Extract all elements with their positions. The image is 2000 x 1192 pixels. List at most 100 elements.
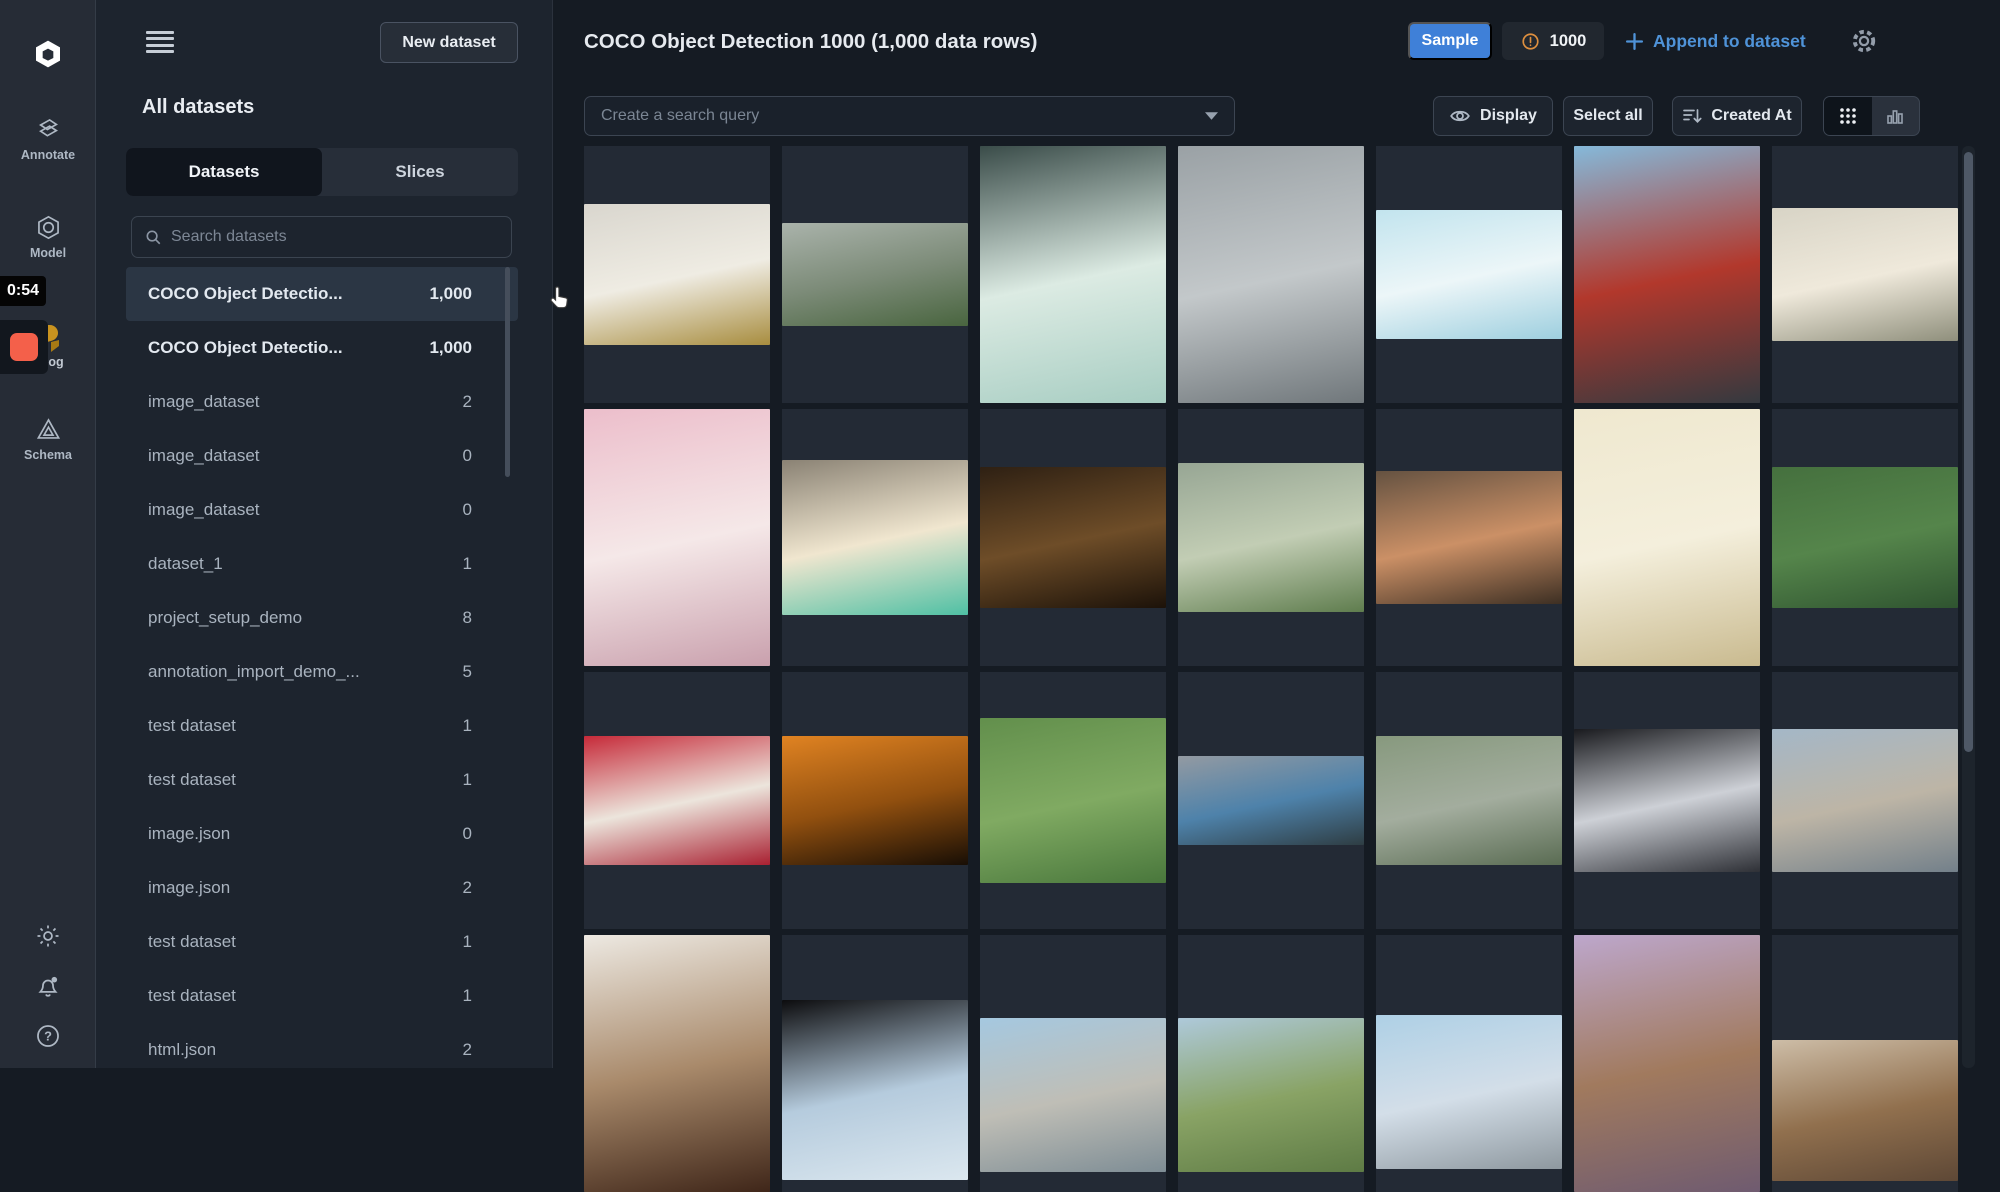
schema-icon (36, 418, 60, 439)
image-tile[interactable] (980, 146, 1166, 403)
grid-scrollbar-thumb[interactable] (1964, 152, 1973, 752)
image-tile[interactable] (584, 935, 770, 1192)
sample-button[interactable]: Sample (1408, 22, 1492, 60)
search-query-dropdown[interactable]: Create a search query (584, 96, 1235, 136)
dataset-list-item[interactable]: test dataset 1 (126, 753, 518, 807)
dataset-list-item[interactable]: html.json 2 (126, 1023, 518, 1068)
sidebar-item-model[interactable]: Model (0, 214, 96, 260)
svg-text:?: ? (44, 1029, 52, 1044)
main-content: COCO Object Detection 1000 (1,000 data r… (553, 0, 2000, 1192)
image-tile[interactable] (584, 409, 770, 666)
datasets-panel: New dataset All datasets Datasets Slices… (96, 0, 553, 1068)
tab-datasets[interactable]: Datasets (126, 148, 322, 196)
thumbnail-photo (1574, 728, 1760, 873)
grid-scrollbar-track[interactable] (1962, 146, 1975, 1068)
thumbnail-photo (1376, 210, 1562, 339)
sidebar-item-schema[interactable]: Schema (0, 416, 96, 462)
image-tile[interactable] (1178, 409, 1364, 666)
dataset-list-item[interactable]: test dataset 1 (126, 915, 518, 969)
sort-created-at-button[interactable]: Created At (1672, 96, 1802, 136)
stop-icon (10, 333, 38, 361)
image-tile[interactable] (980, 409, 1166, 666)
image-tile[interactable] (782, 146, 968, 403)
menu-icon[interactable] (146, 31, 174, 53)
panel-scrollbar[interactable] (505, 267, 510, 477)
app-logo-icon[interactable] (32, 38, 64, 70)
dataset-list-item[interactable]: image.json 2 (126, 861, 518, 915)
image-tile[interactable] (980, 935, 1166, 1192)
thumbnail-photo (782, 736, 968, 865)
select-all-button[interactable]: Select all (1563, 96, 1653, 136)
nav-rail: Annotate Model 0:54 alog Schema ? (0, 0, 96, 1068)
theme-toggle-button[interactable] (0, 922, 96, 950)
dataset-list-item[interactable]: COCO Object Detectio... 1,000 (126, 321, 518, 375)
sidebar-item-annotate[interactable]: Annotate (0, 116, 96, 162)
image-tile[interactable] (1376, 935, 1562, 1192)
panel-tabs: Datasets Slices (126, 148, 518, 196)
recording-stop-button[interactable] (0, 320, 48, 374)
image-tile[interactable] (782, 672, 968, 929)
image-tile[interactable] (1574, 146, 1760, 403)
thumbnail-photo (1574, 935, 1760, 1192)
notifications-button[interactable] (0, 972, 96, 1000)
image-tile[interactable] (1772, 672, 1958, 929)
dataset-list-item[interactable]: annotation_import_demo_... 5 (126, 645, 518, 699)
image-tile[interactable] (1178, 935, 1364, 1192)
image-tile[interactable] (1574, 409, 1760, 666)
row-count-badge[interactable]: 1000 (1502, 22, 1604, 60)
thumbnail-photo (1772, 1040, 1958, 1182)
image-tile[interactable] (1772, 146, 1958, 403)
analytics-view-button[interactable] (1872, 97, 1920, 135)
grid-dots-icon (1839, 108, 1856, 124)
grid-view-button[interactable] (1824, 97, 1872, 135)
image-tile[interactable] (1376, 409, 1562, 666)
page-title: COCO Object Detection 1000 (1,000 data r… (584, 30, 1038, 53)
image-tile[interactable] (584, 146, 770, 403)
thumbnail-photo (1178, 755, 1364, 846)
warning-icon (1522, 32, 1539, 50)
image-tile[interactable] (1574, 935, 1760, 1192)
eye-icon (1450, 110, 1470, 122)
image-tile[interactable] (782, 409, 968, 666)
image-tile[interactable] (1772, 935, 1958, 1192)
dataset-search-input[interactable] (171, 228, 499, 246)
thumbnail-photo (1376, 1015, 1562, 1170)
dataset-list-item[interactable]: COCO Object Detectio... 1,000 (126, 267, 518, 321)
image-tile[interactable] (1178, 672, 1364, 929)
panel-title: All datasets (142, 96, 255, 118)
settings-button[interactable] (1849, 26, 1879, 61)
image-tile[interactable] (1178, 146, 1364, 403)
dataset-list-item[interactable]: test dataset 1 (126, 699, 518, 753)
append-to-dataset-button[interactable]: Append to dataset (1625, 22, 1806, 60)
search-icon (146, 230, 161, 245)
image-tile[interactable] (1376, 672, 1562, 929)
dataset-list-item[interactable]: dataset_1 1 (126, 537, 518, 591)
image-tile[interactable] (980, 672, 1166, 929)
dataset-list-item[interactable]: image_dataset 2 (126, 375, 518, 429)
image-tile[interactable] (1574, 672, 1760, 929)
display-button[interactable]: Display (1433, 96, 1553, 136)
row-count: 1000 (1549, 31, 1587, 50)
image-tile[interactable] (584, 672, 770, 929)
search-query-placeholder: Create a search query (601, 107, 760, 124)
dataset-list-item[interactable]: image_dataset 0 (126, 483, 518, 537)
dataset-list-item[interactable]: image_dataset 0 (126, 429, 518, 483)
chevron-down-icon (1205, 112, 1218, 120)
dataset-list-item[interactable]: test dataset 1 (126, 969, 518, 1023)
new-dataset-button[interactable]: New dataset (380, 22, 518, 63)
image-tile[interactable] (1772, 409, 1958, 666)
dataset-search (131, 216, 512, 258)
dataset-list-item[interactable]: image.json 0 (126, 807, 518, 861)
thumbnail-photo (980, 466, 1166, 609)
recording-timer: 0:54 (0, 276, 46, 306)
gear-icon (1852, 29, 1876, 53)
thumbnail-photo (1772, 466, 1958, 609)
dataset-list-item[interactable]: project_setup_demo 8 (126, 591, 518, 645)
image-tile[interactable] (782, 935, 968, 1192)
image-tile[interactable] (1376, 146, 1562, 403)
help-button[interactable]: ? (0, 1022, 96, 1050)
thumbnail-photo (782, 460, 968, 615)
thumbnail-photo (782, 223, 968, 326)
tab-slices[interactable]: Slices (322, 148, 518, 196)
thumbnail-photo (1376, 736, 1562, 865)
